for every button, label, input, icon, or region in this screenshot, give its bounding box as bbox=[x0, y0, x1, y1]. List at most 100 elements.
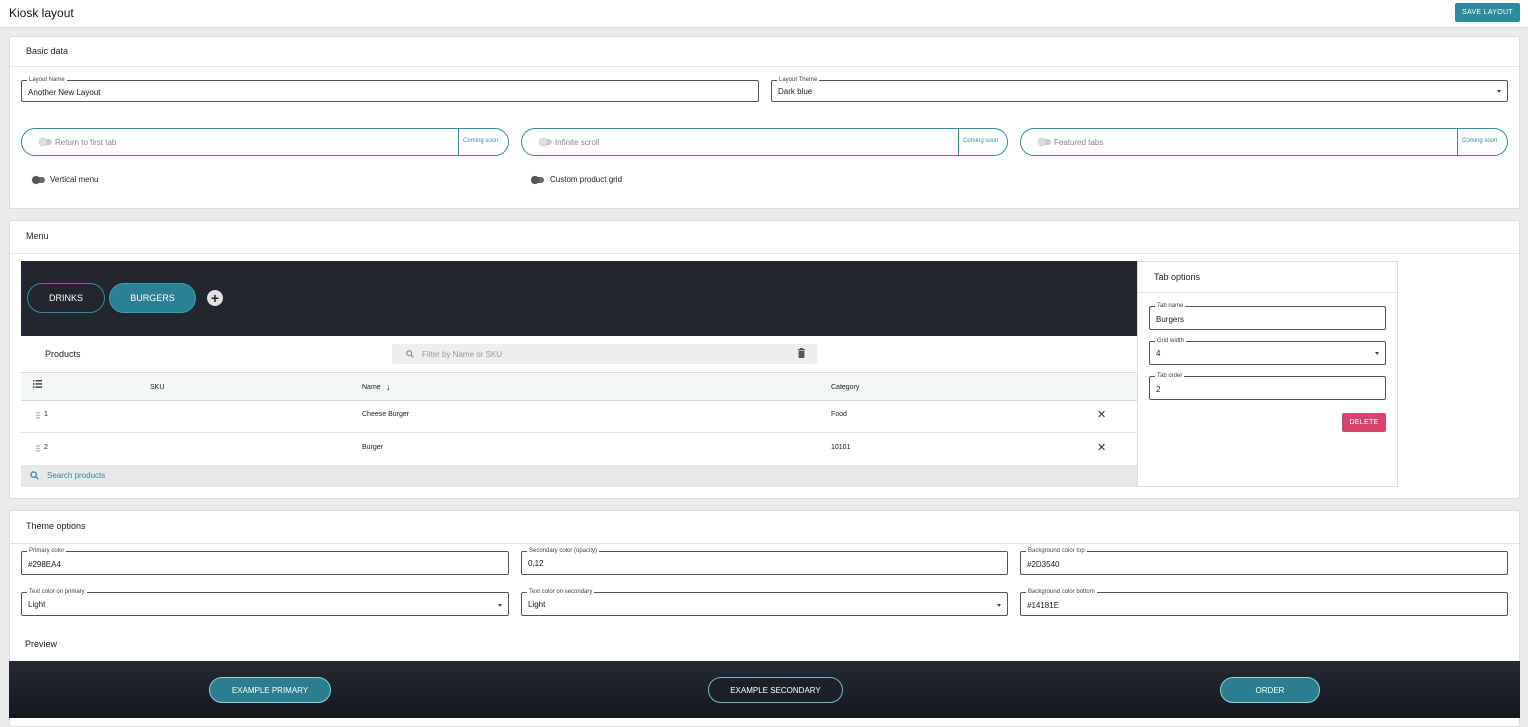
order-button[interactable]: ORDER bbox=[1220, 677, 1320, 703]
page-title: Kiosk layout bbox=[9, 6, 74, 20]
grid-width-select[interactable]: Grid width 4 bbox=[1149, 337, 1386, 365]
bg-top-color-value: #2D3540 bbox=[1027, 560, 1060, 569]
text-primary-label: Text color on primary bbox=[27, 588, 87, 596]
coming-soon-badge: Coming soon bbox=[463, 138, 499, 144]
table-row bbox=[21, 433, 1137, 465]
theme-options-title: Theme options bbox=[26, 521, 86, 531]
pill-separator bbox=[1457, 129, 1458, 155]
bg-bottom-color-label: Background color bottom bbox=[1026, 588, 1097, 596]
products-title: Products bbox=[45, 349, 81, 359]
toggle-switch-icon bbox=[39, 138, 52, 146]
search-products-label: Search products bbox=[47, 471, 106, 480]
preview-title: Preview bbox=[25, 639, 58, 649]
row-sku: 2 bbox=[44, 444, 48, 451]
column-sku[interactable]: SKU bbox=[150, 384, 164, 391]
search-products-bar[interactable]: Search products bbox=[21, 465, 1137, 487]
chevron-down-icon bbox=[498, 604, 502, 607]
text-secondary-value: Light bbox=[528, 600, 546, 609]
top-bar bbox=[0, 0, 1528, 28]
vertical-menu-toggle[interactable] bbox=[32, 176, 45, 184]
text-secondary-label: Text color on secondary bbox=[527, 588, 595, 596]
return-first-tab-label: Return to first tab bbox=[55, 138, 117, 147]
primary-color-field[interactable]: Primary color #298EA4 bbox=[21, 547, 509, 575]
layout-theme-label: Layout Theme bbox=[777, 76, 820, 84]
layout-name-value: Another New Layout bbox=[28, 88, 101, 97]
example-secondary-button[interactable]: EXAMPLE SECONDARY bbox=[708, 677, 843, 703]
column-category[interactable]: Category bbox=[831, 384, 859, 391]
text-primary-value: Light bbox=[28, 600, 46, 609]
bg-bottom-color-value: #14181E bbox=[1027, 601, 1060, 610]
layout-name-field[interactable]: Layout Name Another New Layout bbox=[21, 76, 759, 102]
basic-data-title: Basic data bbox=[26, 46, 69, 56]
trash-icon[interactable] bbox=[797, 348, 806, 358]
grid-width-label: Grid width bbox=[1155, 337, 1187, 345]
table-row bbox=[21, 401, 1137, 432]
filter-placeholder: Filter by Name or SKU bbox=[422, 350, 503, 359]
chevron-down-icon bbox=[997, 604, 1001, 607]
search-icon bbox=[406, 350, 414, 358]
column-name[interactable]: Name bbox=[362, 384, 381, 391]
sort-arrow-icon[interactable]: ↓ bbox=[386, 382, 391, 392]
coming-soon-badge: Coming soon bbox=[1462, 138, 1498, 144]
secondary-color-label: Secondary color (opacity) bbox=[527, 547, 600, 555]
layout-theme-select[interactable]: Layout Theme Dark blue bbox=[771, 76, 1508, 102]
list-icon[interactable] bbox=[33, 380, 42, 388]
remove-row-icon[interactable]: ✕ bbox=[1097, 408, 1106, 421]
tab-order-field[interactable]: Tab order 2 bbox=[1149, 372, 1386, 400]
coming-soon-badge: Coming soon bbox=[963, 138, 999, 144]
tab-options-title: Tab options bbox=[1154, 272, 1201, 282]
divider bbox=[10, 66, 1519, 67]
custom-grid-toggle[interactable] bbox=[531, 176, 544, 184]
tab-name-field[interactable]: Tab name Burgers bbox=[1149, 302, 1386, 330]
featured-tabs-label: Featured tabs bbox=[1054, 138, 1104, 147]
tab-name-label: Tab name bbox=[1155, 302, 1186, 310]
row-category: Food bbox=[831, 411, 847, 418]
divider bbox=[10, 543, 1519, 544]
example-primary-button[interactable]: EXAMPLE PRIMARY bbox=[209, 677, 331, 703]
tab-drinks[interactable]: DRINKS bbox=[27, 283, 105, 313]
delete-tab-button[interactable]: DELETE bbox=[1342, 413, 1386, 432]
filter-input[interactable]: Filter by Name or SKU bbox=[392, 344, 817, 364]
chevron-down-icon bbox=[1497, 90, 1501, 93]
pill-separator bbox=[458, 129, 459, 155]
grid-width-value: 4 bbox=[1156, 349, 1161, 358]
layout-theme-value: Dark blue bbox=[778, 87, 813, 96]
toggle-switch-icon bbox=[539, 138, 552, 146]
basic-data-card: Basic data bbox=[9, 36, 1520, 209]
bg-bottom-color-field[interactable]: Background color bottom #14181E bbox=[1020, 588, 1508, 616]
layout-name-label: Layout Name bbox=[27, 76, 67, 84]
remove-row-icon[interactable]: ✕ bbox=[1097, 441, 1106, 454]
tab-order-value: 2 bbox=[1156, 385, 1161, 394]
return-first-tab-toggle[interactable]: Return to first tab Coming soon bbox=[21, 128, 509, 156]
chevron-down-icon bbox=[1375, 352, 1379, 355]
divider bbox=[10, 253, 1519, 254]
tab-burgers[interactable]: BURGERS bbox=[109, 283, 196, 313]
featured-tabs-toggle[interactable]: Featured tabs Coming soon bbox=[1020, 128, 1508, 156]
primary-color-value: #298EA4 bbox=[28, 560, 61, 569]
row-name: Burger bbox=[362, 444, 384, 451]
secondary-color-field[interactable]: Secondary color (opacity) 0,12 bbox=[521, 547, 1008, 575]
menu-title: Menu bbox=[26, 231, 49, 241]
save-layout-button[interactable]: SAVE LAYOUT bbox=[1455, 3, 1520, 22]
table-header bbox=[21, 372, 1137, 401]
drag-handle-icon[interactable] bbox=[36, 412, 40, 419]
text-secondary-select[interactable]: Text color on secondary Light bbox=[521, 588, 1008, 616]
tab-name-value: Burgers bbox=[1156, 315, 1185, 324]
add-tab-icon[interactable]: + bbox=[207, 290, 223, 306]
text-primary-select[interactable]: Text color on primary Light bbox=[21, 588, 509, 616]
vertical-menu-label: Vertical menu bbox=[50, 175, 99, 184]
secondary-color-value: 0,12 bbox=[528, 559, 544, 568]
infinite-scroll-toggle[interactable]: Infinite scroll Coming soon bbox=[521, 128, 1008, 156]
row-category: 10101 bbox=[831, 444, 851, 451]
search-icon bbox=[30, 471, 39, 480]
toggle-switch-icon bbox=[1038, 138, 1051, 146]
bg-top-color-field[interactable]: Background color top #2D3540 bbox=[1020, 547, 1508, 575]
row-name: Cheese Burger bbox=[362, 411, 410, 418]
bg-top-color-label: Background color top bbox=[1026, 547, 1087, 555]
tab-order-label: Tab order bbox=[1155, 372, 1185, 380]
drag-handle-icon[interactable] bbox=[36, 445, 40, 452]
primary-color-label: Primary color bbox=[27, 547, 67, 555]
pill-separator bbox=[958, 129, 959, 155]
custom-grid-label: Custom product grid bbox=[550, 175, 623, 184]
row-sku: 1 bbox=[44, 411, 48, 418]
